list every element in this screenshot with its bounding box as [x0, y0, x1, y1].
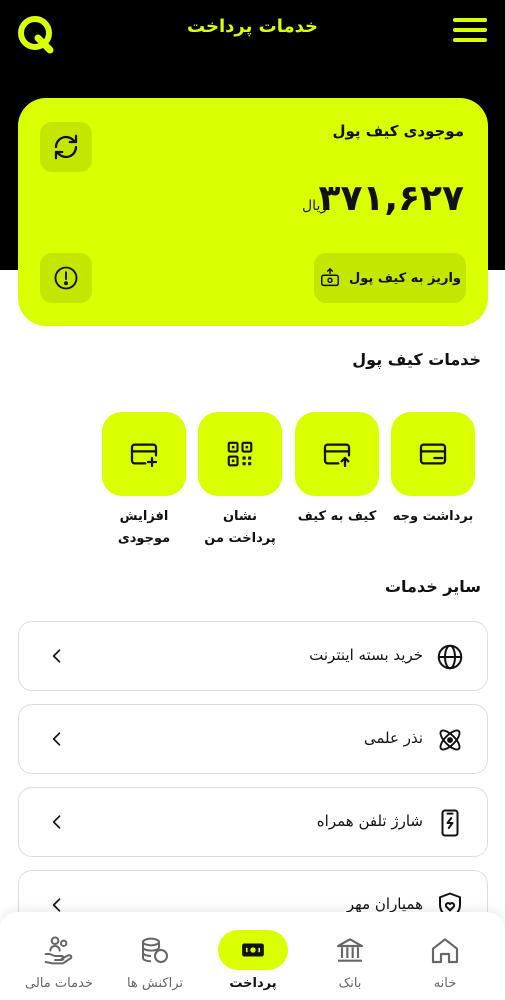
refresh-button[interactable] — [40, 122, 92, 172]
internet-package-row[interactable]: خرید بسته اینترنت — [18, 621, 488, 691]
deposit-to-wallet-button[interactable]: واریز به کیف پول — [314, 253, 466, 303]
card-send-icon — [323, 443, 351, 468]
row-label: شارژ تلفن همراه — [316, 812, 423, 830]
row-label: همیاران مهر — [346, 895, 423, 913]
mobile-charge-icon — [441, 809, 459, 837]
refresh-icon — [54, 134, 78, 160]
wallet-title: موجودی کیف پول — [332, 122, 464, 140]
payment-icon — [242, 943, 264, 957]
service-label: نشان پرداخت من — [204, 509, 276, 546]
withdraw-service[interactable]: برداشت وجه — [391, 412, 475, 528]
bottom-navigation: خانه بانک پرداخت تراکنش ها خدمات مالی — [0, 912, 505, 1000]
other-services-title: سایر خدمات — [384, 577, 481, 596]
chevron-left-icon — [52, 732, 61, 746]
info-icon — [54, 266, 78, 290]
chevron-left-icon — [52, 649, 61, 663]
wallet-unit: ریال — [302, 198, 328, 214]
hand-people-icon — [44, 936, 73, 965]
nav-label: خانه — [433, 976, 457, 991]
increase-balance-service[interactable]: افزایش موجودی — [102, 412, 186, 550]
wallet-to-wallet-service[interactable]: کیف به کیف — [295, 412, 379, 528]
nav-label: خدمات مالی — [25, 976, 93, 991]
nav-financial-services[interactable]: خدمات مالی — [14, 930, 104, 991]
page-title: خدمات پرداخت — [186, 16, 319, 37]
nav-label: پرداخت — [229, 976, 277, 991]
card-add-icon — [130, 443, 158, 468]
scientific-donation-row[interactable]: نذر علمی — [18, 704, 488, 774]
chevron-left-icon — [52, 815, 61, 829]
home-icon — [431, 938, 459, 964]
wallet-services-title: خدمات کیف پول — [352, 350, 481, 369]
service-label: کیف به کیف — [297, 509, 377, 524]
info-button[interactable] — [40, 253, 92, 303]
row-label: خرید بسته اینترنت — [309, 646, 423, 664]
coins-icon — [142, 937, 168, 963]
nav-label: بانک — [338, 976, 362, 991]
wallet-balance: ۳۷۱,۶۲۷ — [318, 178, 464, 219]
service-label: برداشت وجه — [392, 509, 474, 524]
nav-label: تراکنش ها — [126, 976, 184, 991]
hamburger-menu-icon[interactable] — [453, 18, 487, 48]
mobile-charge-row[interactable]: شارژ تلفن همراه — [18, 787, 488, 857]
atom-icon — [439, 729, 461, 751]
globe-icon — [437, 644, 463, 670]
row-label: نذر علمی — [363, 729, 423, 747]
nav-home[interactable]: خانه — [400, 930, 490, 991]
nav-bank[interactable]: بانک — [305, 930, 395, 991]
cash-deposit-icon — [321, 268, 339, 287]
qr-code-icon — [227, 441, 253, 467]
deposit-label: واریز به کیف پول — [349, 270, 461, 286]
my-payment-qr-service[interactable]: نشان پرداخت من — [198, 412, 282, 550]
service-label: افزایش موجودی — [117, 509, 171, 546]
card-minus-icon — [419, 443, 447, 465]
nav-payment[interactable]: پرداخت — [208, 930, 298, 991]
nav-transactions[interactable]: تراکنش ها — [110, 930, 200, 991]
bank-icon — [336, 938, 364, 962]
wallet-card: موجودی کیف پول ۳۷۱,۶۲۷ ریال واریز به کیف… — [18, 98, 488, 326]
